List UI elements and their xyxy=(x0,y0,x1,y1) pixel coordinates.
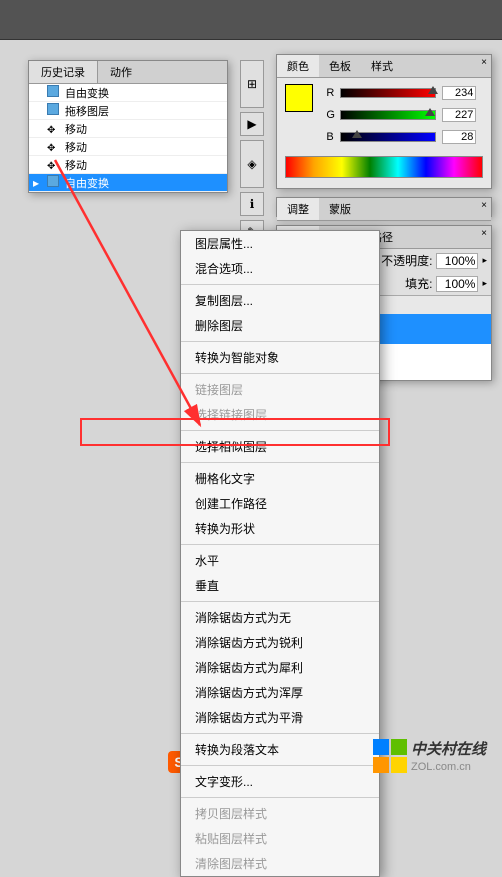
slider-label: G xyxy=(326,109,340,121)
menu-item[interactable]: 转换为形状 xyxy=(181,516,379,541)
menu-separator xyxy=(181,430,379,431)
menu-item[interactable]: 创建工作路径 xyxy=(181,491,379,516)
history-item[interactable]: ✥移动 xyxy=(29,156,227,174)
history-panel: 历史记录 动作 自由变换拖移图层✥移动✥移动✥移动▸自由变换 xyxy=(28,60,228,193)
tab-styles[interactable]: 样式 xyxy=(361,55,403,77)
watermark-name: 中关村在线 xyxy=(411,741,486,758)
vertical-toolbar: ⊞ ▶ ◈ ℹ ✎ xyxy=(240,60,264,248)
chevron-icon[interactable]: ▸ xyxy=(482,255,487,266)
history-item[interactable]: ✥移动 xyxy=(29,138,227,156)
menu-item[interactable]: 水平 xyxy=(181,548,379,573)
menu-item[interactable]: 消除锯齿方式为无 xyxy=(181,605,379,630)
history-list: 自由变换拖移图层✥移动✥移动✥移动▸自由变换 xyxy=(29,84,227,192)
history-item[interactable]: 自由变换 xyxy=(29,84,227,102)
menu-item: 清除图层样式 xyxy=(181,851,379,876)
watermark-url: ZOL.com.cn xyxy=(411,761,471,773)
color-panel: 颜色 色板 样式 × R 234 G 227 B 28 xyxy=(276,54,492,189)
zol-logo-icon xyxy=(373,739,407,773)
tab-adjustments[interactable]: 调整 xyxy=(277,198,319,220)
opacity-label: 不透明度: xyxy=(381,252,432,269)
context-menu: 图层属性...混合选项... 复制图层...删除图层转换为智能对象链接图层选择链接… xyxy=(180,230,380,877)
adjustments-panel: 调整 蒙版 × xyxy=(276,197,492,217)
close-icon[interactable]: × xyxy=(481,57,487,68)
fill-label: 填充: xyxy=(405,275,432,292)
app-menubar xyxy=(0,0,502,40)
menu-item[interactable]: 垂直 xyxy=(181,573,379,598)
menu-item[interactable]: 混合选项... xyxy=(181,256,379,281)
history-item[interactable]: 拖移图层 xyxy=(29,102,227,120)
close-icon[interactable]: × xyxy=(481,228,487,239)
watermark: 中关村在线 ZOL.com.cn xyxy=(373,738,486,773)
history-item[interactable]: ▸自由变换 xyxy=(29,174,227,192)
slider-value[interactable]: 234 xyxy=(442,86,476,100)
menu-item: 拷贝图层样式 xyxy=(181,801,379,826)
tab-actions[interactable]: 动作 xyxy=(98,61,144,83)
menu-separator xyxy=(181,462,379,463)
menu-separator xyxy=(181,733,379,734)
color-spectrum[interactable] xyxy=(285,156,483,178)
menu-item[interactable]: 转换为智能对象 xyxy=(181,345,379,370)
slider-track[interactable] xyxy=(340,88,436,98)
history-tabs: 历史记录 动作 xyxy=(29,61,227,84)
close-icon[interactable]: × xyxy=(481,200,487,211)
menu-separator xyxy=(181,601,379,602)
menu-item[interactable]: 复制图层... xyxy=(181,288,379,313)
menu-item[interactable]: 选择相似图层 xyxy=(181,434,379,459)
menu-item[interactable]: 删除图层 xyxy=(181,313,379,338)
tool-group-2[interactable]: ◈ xyxy=(240,140,264,188)
menu-separator xyxy=(181,797,379,798)
menu-item[interactable]: 消除锯齿方式为锐利 xyxy=(181,630,379,655)
menu-separator xyxy=(181,765,379,766)
color-swatch[interactable] xyxy=(285,84,313,112)
slider-label: R xyxy=(326,87,340,99)
menu-item[interactable]: 转换为段落文本 xyxy=(181,737,379,762)
menu-item: 链接图层 xyxy=(181,377,379,402)
color-slider-g: G 227 xyxy=(326,106,476,124)
tab-masks[interactable]: 蒙版 xyxy=(319,198,361,220)
tool-group-1[interactable]: ⊞ xyxy=(240,60,264,108)
slider-value[interactable]: 28 xyxy=(442,130,476,144)
color-slider-r: R 234 xyxy=(326,84,476,102)
menu-item[interactable]: 消除锯齿方式为犀利 xyxy=(181,655,379,680)
tab-history[interactable]: 历史记录 xyxy=(29,61,98,83)
menu-separator xyxy=(181,544,379,545)
slider-track[interactable] xyxy=(340,132,436,142)
tab-color[interactable]: 颜色 xyxy=(277,55,319,77)
menu-item[interactable]: 消除锯齿方式为浑厚 xyxy=(181,680,379,705)
slider-value[interactable]: 227 xyxy=(442,108,476,122)
menu-item[interactable]: 栅格化文字 xyxy=(181,466,379,491)
tool-info[interactable]: ℹ xyxy=(240,192,264,216)
tab-swatches[interactable]: 色板 xyxy=(319,55,361,77)
tool-play[interactable]: ▶ xyxy=(240,112,264,136)
menu-item: 选择链接图层 xyxy=(181,402,379,427)
menu-item[interactable]: 文字变形... xyxy=(181,769,379,794)
color-tabs: 颜色 色板 样式 × xyxy=(277,55,491,78)
menu-item[interactable]: 消除锯齿方式为平滑 xyxy=(181,705,379,730)
color-slider-b: B 28 xyxy=(326,128,476,146)
menu-separator xyxy=(181,341,379,342)
slider-track[interactable] xyxy=(340,110,436,120)
menu-separator xyxy=(181,373,379,374)
menu-separator xyxy=(181,284,379,285)
opacity-input[interactable]: 100% xyxy=(436,253,478,269)
menu-item: 粘贴图层样式 xyxy=(181,826,379,851)
chevron-icon[interactable]: ▸ xyxy=(482,278,487,289)
menu-item[interactable]: 图层属性... xyxy=(181,231,379,256)
history-item[interactable]: ✥移动 xyxy=(29,120,227,138)
slider-label: B xyxy=(326,131,340,143)
fill-input[interactable]: 100% xyxy=(436,276,478,292)
